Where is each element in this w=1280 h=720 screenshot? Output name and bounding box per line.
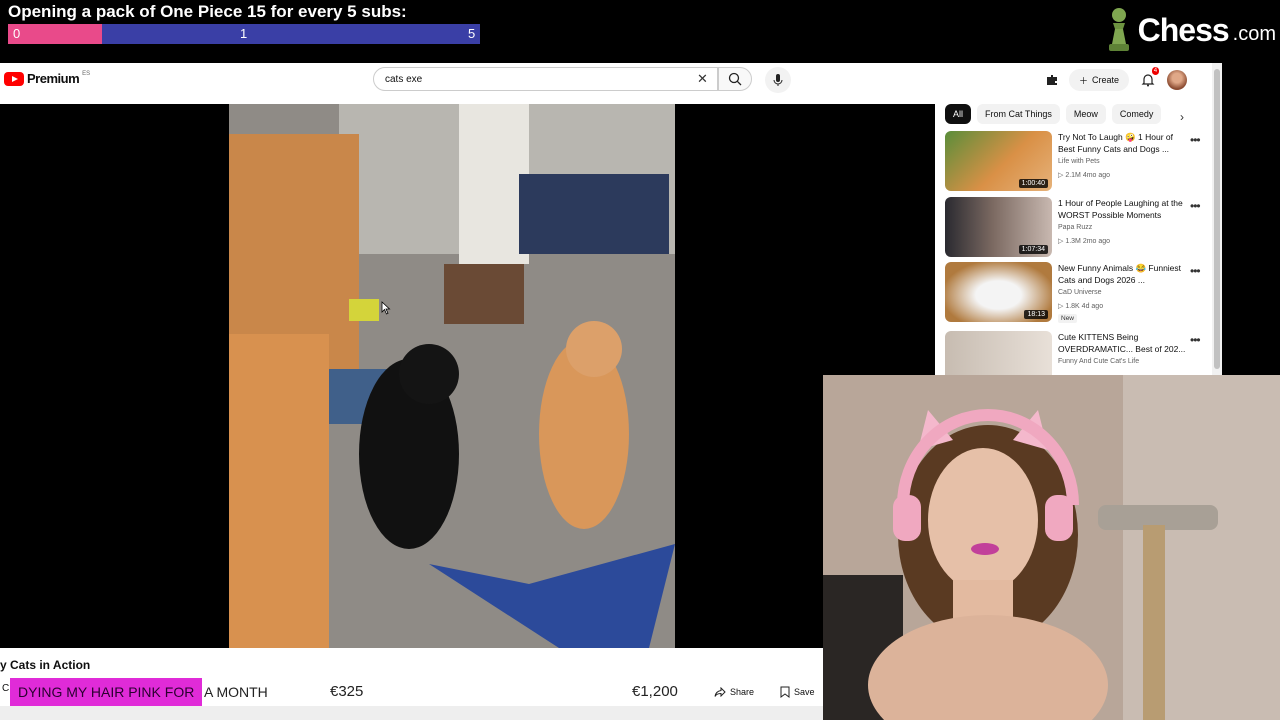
- video-title-main: y Cats in Action: [0, 658, 91, 672]
- youtube-premium-logo[interactable]: Premium ES: [4, 71, 90, 86]
- sub-goal-progress-fill: [8, 24, 103, 44]
- bookmark-icon: [780, 686, 790, 698]
- chip-comedy[interactable]: Comedy: [1111, 104, 1162, 124]
- video-thumbnail[interactable]: 1:07:34: [945, 197, 1052, 257]
- video-meta: ▷ 1.8K 4d ago: [1058, 303, 1104, 310]
- youtube-region-code: ES: [82, 70, 91, 77]
- filter-chips: All From Cat Things Meow Comedy: [945, 104, 1162, 124]
- chess-com-logo: Chess .com: [1104, 2, 1276, 58]
- video-thumbnail[interactable]: 1:00:40: [945, 131, 1052, 191]
- chevron-right-icon[interactable]: ›: [1180, 110, 1184, 124]
- youtube-header: Premium ES cats exe ✕ ＋ Create 4: [0, 63, 1212, 104]
- sub-goal-title: Opening a pack of One Piece 15 for every…: [8, 2, 407, 21]
- video-meta: ▷ 1.3M 2mo ago: [1058, 238, 1111, 245]
- channel-name[interactable]: Life with Pets: [1058, 158, 1100, 165]
- bell-icon: [1141, 74, 1155, 87]
- share-label: Share: [730, 687, 755, 697]
- voice-search-button[interactable]: [765, 67, 791, 93]
- page-scrollbar[interactable]: [1212, 63, 1222, 375]
- share-icon: [714, 687, 726, 697]
- notifications-button[interactable]: 4: [1139, 67, 1160, 89]
- sub-goal-target-label: 5: [468, 26, 476, 41]
- streamer-webcam: [823, 375, 1280, 720]
- donation-goal-first: €325: [330, 683, 364, 700]
- video-duration: 1:07:34: [1018, 245, 1048, 254]
- stream-goal-banner: DYING MY HAIR PINK FOR: [10, 678, 203, 706]
- donation-goal-second: €1,200: [632, 683, 678, 700]
- search-icon: [728, 72, 742, 86]
- streamer-webcam-picture: [823, 375, 1280, 720]
- chess-logo-word: Chess: [1137, 11, 1230, 48]
- video-meta: ▷ 2.1M 4mo ago: [1058, 172, 1111, 179]
- plus-icon: ＋: [1079, 75, 1089, 86]
- new-badge: New: [1058, 314, 1078, 323]
- channel-name[interactable]: Papa Ruzz: [1058, 224, 1092, 231]
- more-options-icon[interactable]: •••: [1190, 133, 1201, 147]
- microphone-icon: [773, 74, 783, 86]
- youtube-play-icon: [4, 71, 24, 86]
- channel-name[interactable]: Funny And Cute Cat's Life: [1058, 358, 1139, 365]
- clear-search-icon[interactable]: ✕: [697, 71, 708, 87]
- video-frame[interactable]: [229, 104, 675, 648]
- extension-icon[interactable]: [1045, 73, 1059, 87]
- chess-logo-domain: .com: [1232, 22, 1276, 45]
- sub-goal-current-label: 1: [240, 26, 248, 41]
- chip-meow[interactable]: Meow: [1065, 104, 1106, 124]
- scrollbar-thumb[interactable]: [1214, 69, 1220, 369]
- video-thumbnail[interactable]: 18:13: [945, 262, 1052, 322]
- video-title[interactable]: Try Not To Laugh 🤪 1 Hour of Best Funny …: [1058, 131, 1188, 155]
- notification-count-badge: 4: [1151, 67, 1160, 75]
- channel-name[interactable]: CaD Universe: [1058, 289, 1102, 296]
- account-avatar[interactable]: [1167, 70, 1188, 90]
- recommendation-item[interactable]: 1:07:34 1 Hour of People Laughing at the…: [945, 197, 1205, 259]
- video-player[interactable]: [0, 104, 935, 648]
- video-duration: 18:13: [1024, 310, 1048, 319]
- channel-initial[interactable]: C: [2, 683, 9, 694]
- more-options-icon[interactable]: •••: [1190, 264, 1201, 278]
- cats-video-picture: [229, 104, 675, 648]
- save-label: Save: [794, 687, 815, 697]
- recommendation-item[interactable]: 18:13 New Funny Animals 😂 Funniest Cats …: [945, 262, 1205, 324]
- stream-goal-rest: A MONTH: [204, 684, 268, 700]
- video-title[interactable]: Cute KITTENS Being OVERDRAMATIC... Best …: [1058, 331, 1188, 355]
- search-query: cats exe: [385, 73, 423, 85]
- sub-goal-progress-bar: 0 1 5: [8, 24, 480, 44]
- stream-goal-highlight: DYING MY HAIR PINK FOR: [18, 684, 195, 700]
- header-actions: ＋ Create 4: [1045, 67, 1188, 91]
- recommendation-item[interactable]: 1:00:40 Try Not To Laugh 🤪 1 Hour of Bes…: [945, 131, 1205, 193]
- mouse-cursor-icon: [381, 301, 391, 315]
- pawn-icon: [1108, 8, 1129, 51]
- search-input[interactable]: cats exe: [373, 67, 718, 91]
- chip-from-cat-things[interactable]: From Cat Things: [977, 104, 1060, 124]
- share-button[interactable]: Share: [714, 683, 754, 701]
- create-label: Create: [1092, 75, 1120, 85]
- video-duration: 1:00:40: [1018, 179, 1048, 188]
- create-button[interactable]: ＋ Create: [1069, 69, 1130, 91]
- chip-all[interactable]: All: [945, 104, 972, 124]
- search-button[interactable]: [718, 67, 752, 91]
- sub-goal-start-label: 0: [13, 26, 21, 41]
- video-title[interactable]: New Funny Animals 😂 Funniest Cats and Do…: [1058, 262, 1188, 286]
- more-options-icon[interactable]: •••: [1190, 199, 1201, 213]
- bottom-strip: [0, 706, 823, 720]
- video-title[interactable]: 1 Hour of People Laughing at the WORST P…: [1058, 197, 1188, 221]
- youtube-logo-text: Premium: [27, 71, 80, 86]
- save-button[interactable]: Save: [780, 683, 815, 701]
- more-options-icon[interactable]: •••: [1190, 333, 1201, 347]
